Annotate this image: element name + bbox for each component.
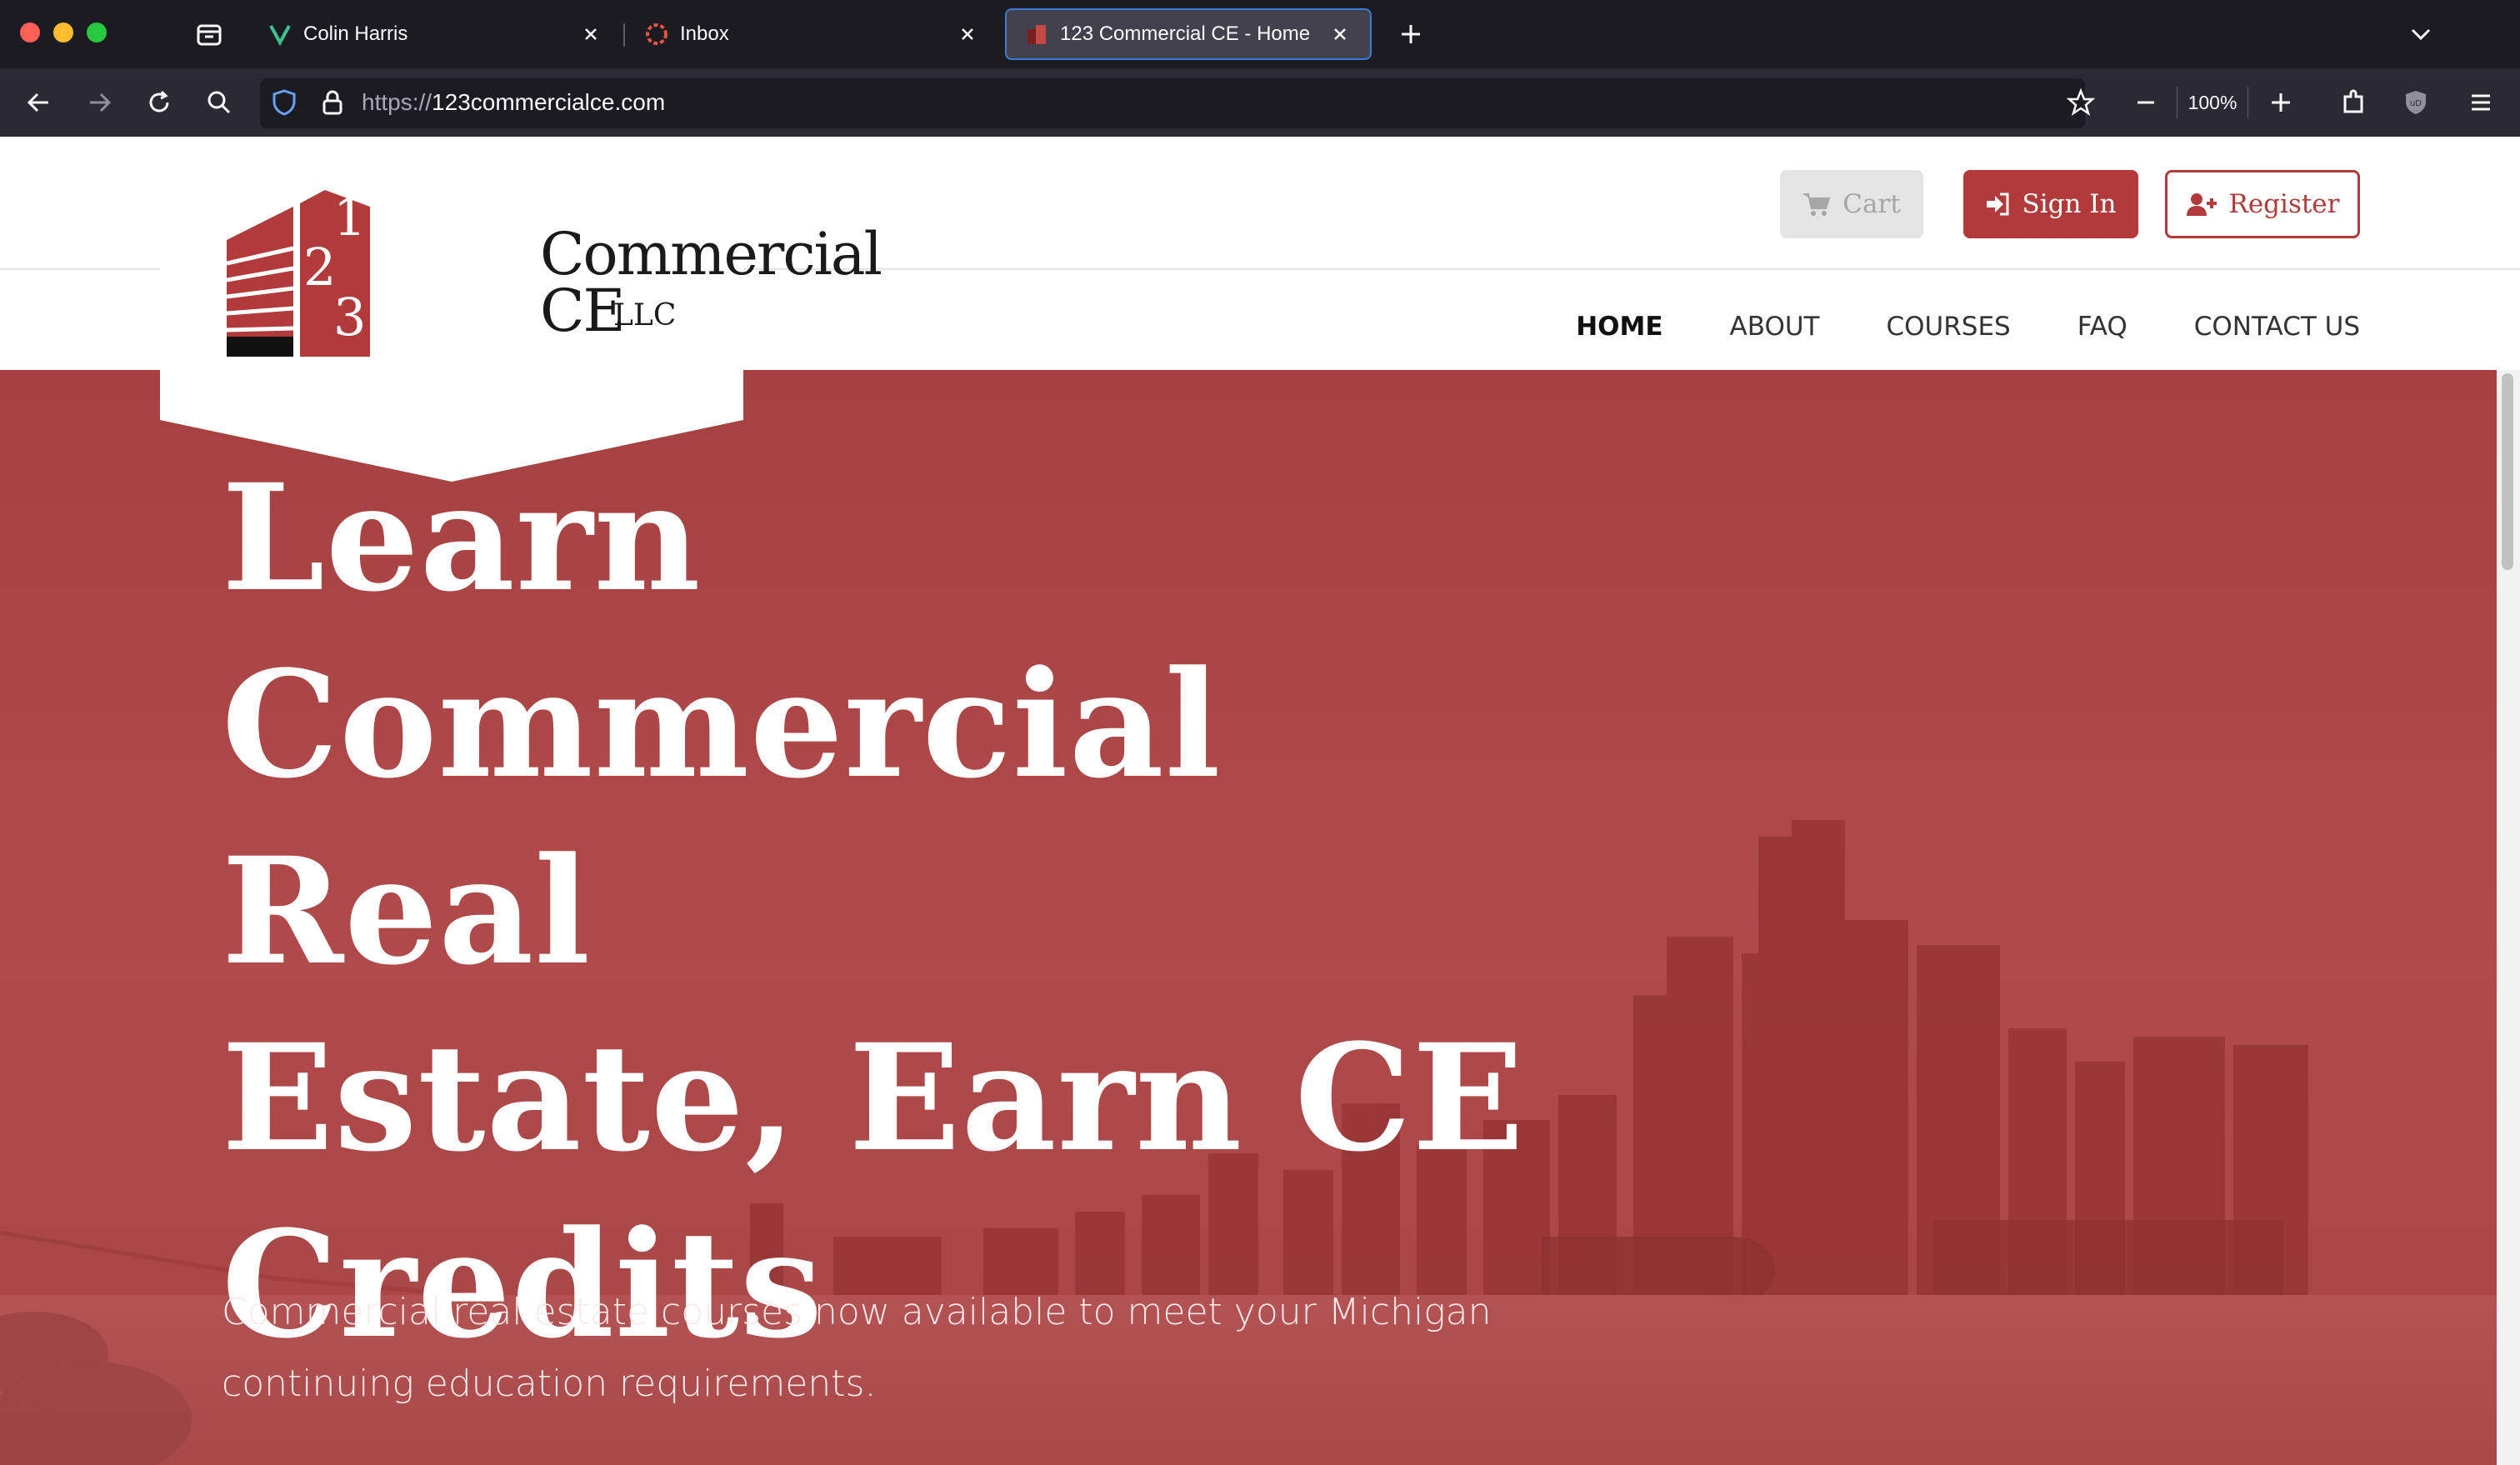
tab-label: Inbox bbox=[680, 22, 729, 45]
zoom-level[interactable]: 100% bbox=[2177, 87, 2248, 118]
svg-text:uD: uD bbox=[2410, 99, 2422, 108]
zoom-out-icon[interactable] bbox=[2130, 87, 2162, 118]
register-label: Register bbox=[2228, 189, 2340, 219]
close-icon[interactable] bbox=[1328, 22, 1352, 46]
close-icon[interactable] bbox=[956, 22, 979, 46]
zoom-in-icon[interactable] bbox=[2265, 87, 2297, 118]
window-maximize-button[interactable] bbox=[87, 22, 107, 42]
register-button[interactable]: Register bbox=[2165, 170, 2360, 238]
url-host: 123commercialce.com bbox=[432, 89, 666, 115]
hero-heading: Learn Commercial Real Estate, Earn CE Cr… bbox=[222, 445, 1638, 1378]
shield-icon[interactable] bbox=[268, 87, 300, 118]
logo-digit: 2 bbox=[303, 237, 337, 298]
tab-inbox[interactable]: Inbox bbox=[627, 8, 998, 60]
nav-courses[interactable]: COURSES bbox=[1886, 312, 2010, 342]
ublock-shield-icon[interactable]: uD bbox=[2400, 87, 2432, 118]
nav-contact-us[interactable]: CONTACT US bbox=[2194, 312, 2360, 342]
bookmark-star-icon[interactable] bbox=[2065, 87, 2097, 118]
back-arrow-icon[interactable] bbox=[23, 87, 55, 118]
forward-arrow-icon[interactable] bbox=[83, 87, 115, 118]
inbox-icon bbox=[646, 23, 668, 45]
menu-icon[interactable] bbox=[2465, 87, 2497, 118]
nav-home[interactable]: HOME bbox=[1576, 312, 1662, 342]
logo-wordmark-ce: CE bbox=[540, 277, 626, 345]
cart-icon bbox=[1803, 193, 1831, 216]
extensions-icon[interactable] bbox=[2338, 87, 2370, 118]
logo-digit: 3 bbox=[333, 287, 367, 348]
lock-icon[interactable] bbox=[317, 87, 348, 118]
url-scheme: https:// bbox=[362, 89, 432, 115]
tab-label: Colin Harris bbox=[303, 22, 408, 45]
browser-tab-bar: Colin Harris Inbox 123 Commercial CE - H… bbox=[0, 0, 2520, 68]
url-text[interactable]: https://123commercialce.com bbox=[362, 89, 665, 116]
cart-label: Cart bbox=[1842, 189, 1901, 219]
tab-list-icon[interactable] bbox=[193, 18, 225, 50]
logo-wordmark-llc: LLC bbox=[613, 298, 677, 332]
hero-subtitle: Commercial real estate courses now avail… bbox=[222, 1291, 1492, 1405]
chevron-down-icon[interactable] bbox=[2405, 18, 2437, 50]
hero-heading-line: Commercial Real bbox=[222, 638, 1222, 998]
reload-icon[interactable] bbox=[143, 87, 175, 118]
tab-colin-harris[interactable]: Colin Harris bbox=[250, 8, 621, 60]
logo-digit: 1 bbox=[333, 187, 367, 248]
main-navigation: HOME ABOUT COURSES FAQ CONTACT US bbox=[1509, 302, 2360, 352]
search-icon[interactable] bbox=[203, 87, 235, 118]
nav-faq[interactable]: FAQ bbox=[2078, 312, 2128, 342]
sign-in-button[interactable]: Sign In bbox=[1963, 170, 2138, 238]
sign-in-icon bbox=[1987, 192, 2009, 216]
v-logo-icon bbox=[269, 25, 291, 46]
tab-separator bbox=[623, 23, 625, 47]
new-tab-icon[interactable] bbox=[1395, 18, 1427, 50]
window-close-button[interactable] bbox=[20, 22, 40, 42]
sign-in-label: Sign In bbox=[2022, 189, 2117, 219]
tab-label: 123 Commercial CE - Home bbox=[1060, 22, 1311, 45]
nav-about[interactable]: ABOUT bbox=[1730, 312, 1820, 342]
hero-heading-line: Estate, Earn CE bbox=[222, 1012, 1525, 1184]
logo[interactable]: 1 2 3 Commercial CE LLC bbox=[160, 137, 882, 482]
close-icon[interactable] bbox=[579, 22, 602, 46]
tab-123-commercial-ce[interactable]: 123 Commercial CE - Home bbox=[1005, 8, 1372, 60]
page-scrollbar-thumb[interactable] bbox=[2502, 373, 2513, 570]
add-user-icon bbox=[2186, 193, 2217, 216]
cart-button[interactable]: Cart bbox=[1780, 170, 1923, 238]
web-page: Cart Sign In Register HOME ABOUT COURSES… bbox=[0, 137, 2520, 1465]
site-logo-icon bbox=[1028, 25, 1046, 44]
window-minimize-button[interactable] bbox=[53, 22, 73, 42]
